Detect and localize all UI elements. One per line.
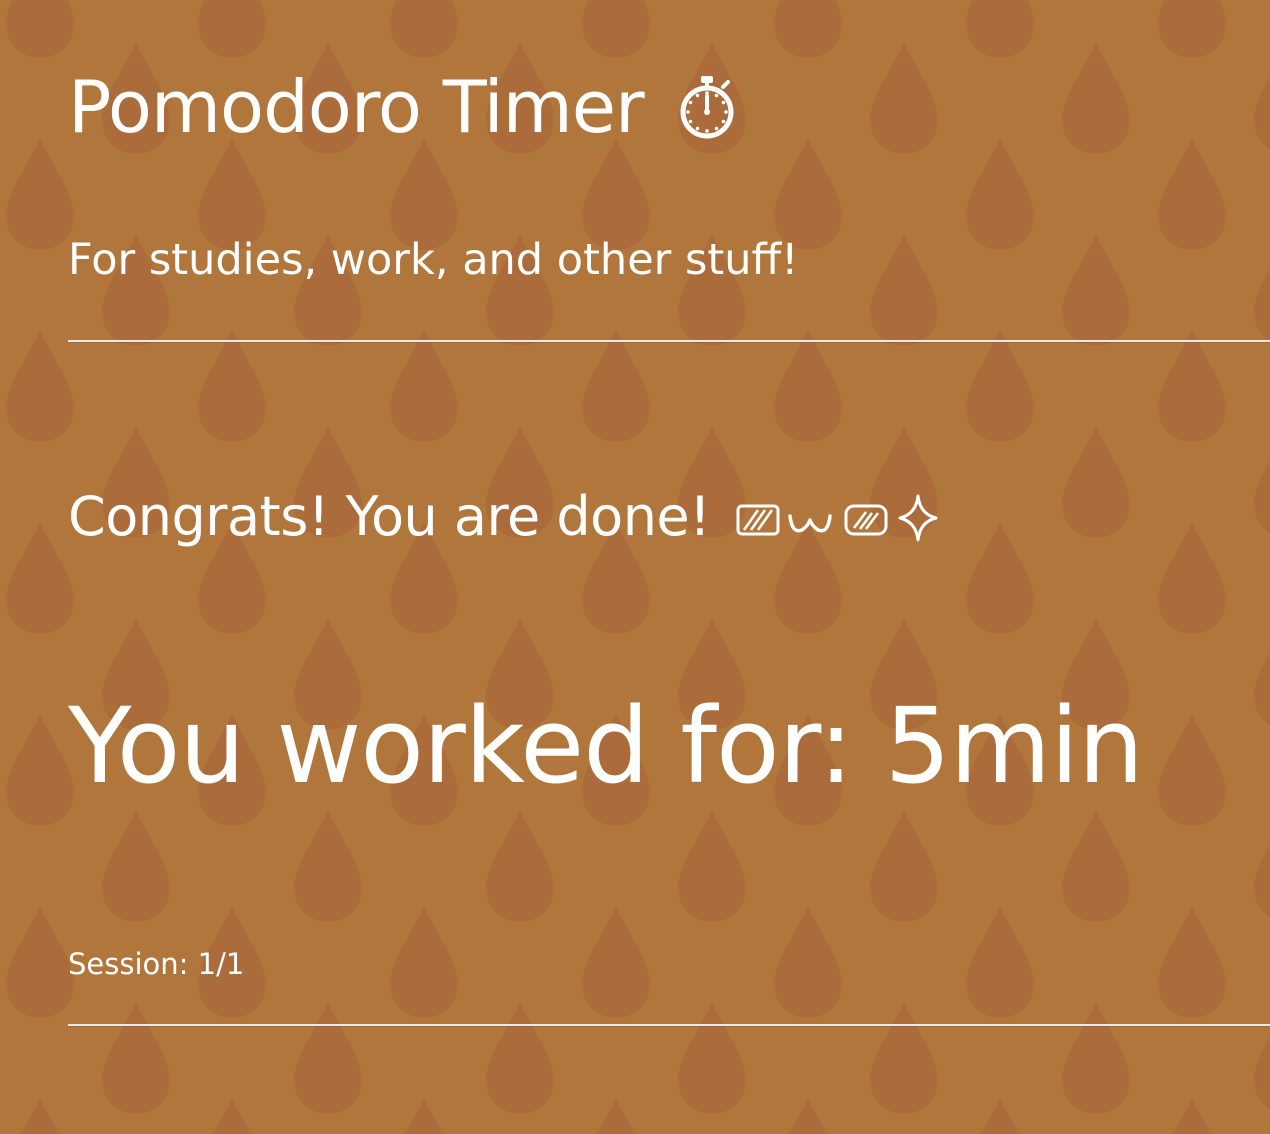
happy-kaomoji-sparkle-icon — [736, 494, 938, 542]
top-divider — [68, 340, 1270, 342]
header: Pomodoro Timer — [68, 62, 740, 152]
worked-duration: You worked for: 5min — [68, 685, 1144, 807]
session-counter: Session: 1/1 — [68, 947, 245, 981]
stopwatch-icon — [680, 76, 734, 139]
congrats-message: Congrats! You are done! — [68, 482, 940, 552]
page-title: Pomodoro Timer — [68, 65, 645, 149]
congrats-text: Congrats! You are done! — [68, 485, 711, 548]
bottom-divider — [68, 1024, 1270, 1026]
subtitle: For studies, work, and other stuff! — [68, 235, 799, 285]
